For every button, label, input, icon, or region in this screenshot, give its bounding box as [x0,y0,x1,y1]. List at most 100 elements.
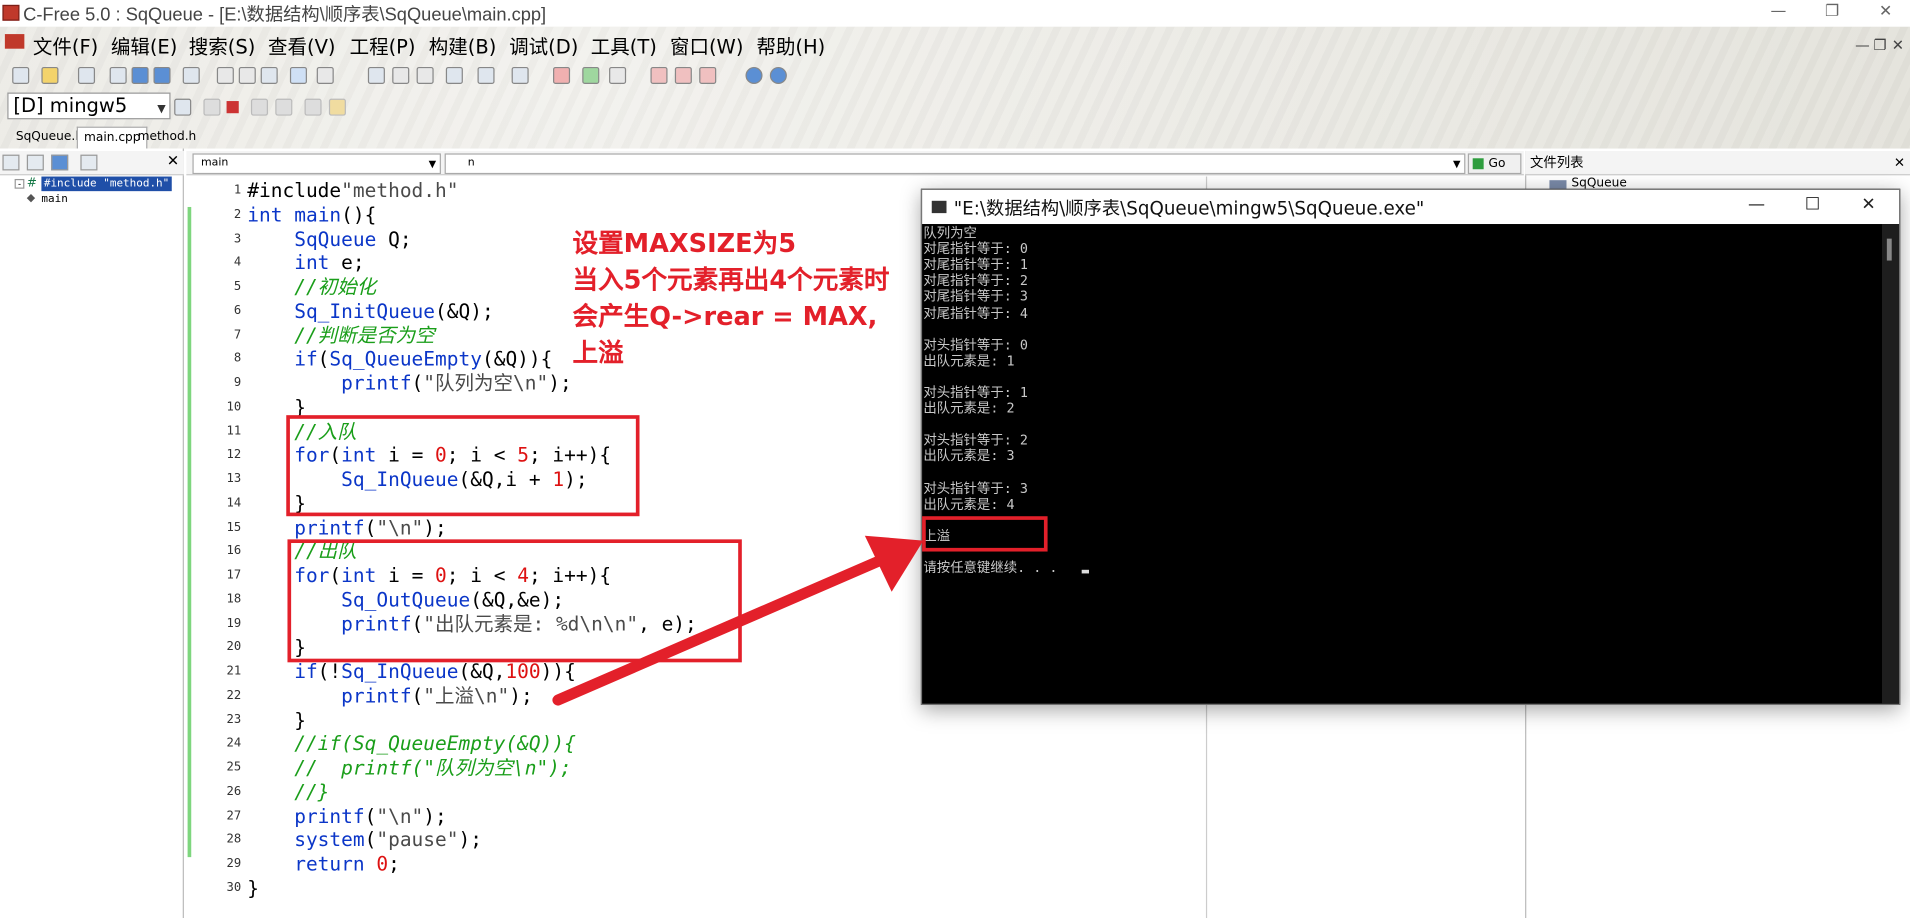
code-line[interactable]: printf("\n"); [247,516,447,540]
code-line[interactable]: SqQueue Q; [247,227,411,251]
symbol-combo[interactable]: n ▼ [444,153,1466,175]
indent-icon[interactable] [477,66,495,85]
clear-bookmark-icon[interactable] [553,66,571,85]
menu-debug[interactable]: 调试(D) [509,30,578,59]
redo-icon[interactable] [316,66,334,85]
mdi-close-button[interactable]: ✕ [1892,37,1904,54]
close-icon[interactable]: ✕ [167,152,179,169]
tab-method-h[interactable]: method.h [132,127,203,149]
menu-search[interactable]: 搜索(S) [189,30,256,59]
code-line[interactable]: #include"method.h" [247,179,458,203]
find-icon[interactable] [367,66,385,85]
code-line[interactable]: if(Sq_QueueEmpty(&Q)){ [247,347,552,371]
compiler-options-icon[interactable] [174,98,192,116]
prev-bookmark-icon[interactable] [582,66,600,85]
maximize-button[interactable]: ❐ [1808,0,1857,27]
console-minimize-button[interactable]: — [1728,195,1784,219]
menu-help[interactable]: 帮助(H) [756,30,825,59]
console-scrollbar[interactable] [1881,224,1900,704]
properties-icon[interactable] [80,154,98,171]
code-line[interactable]: system("pause"); [247,828,482,852]
list-icon[interactable] [51,154,69,171]
tree-item-main[interactable]: main [41,192,67,207]
undo-icon[interactable] [289,66,307,85]
menu-file[interactable]: 文件(F) [33,30,98,59]
code-line[interactable]: //} [247,780,329,804]
code-line[interactable]: printf("队列为空\n"); [247,371,572,395]
scrollbar-thumb[interactable] [1886,238,1892,261]
console-line: 对头指针等于: 3 [923,480,1028,497]
console-icon [931,200,947,214]
new-file-icon[interactable] [12,66,30,85]
project-item[interactable]: SqQueue [1571,177,1626,189]
minimize-button[interactable]: — [1754,0,1803,27]
breakpoint-icon[interactable] [304,98,322,116]
code-line[interactable]: } [247,876,259,900]
code-line[interactable]: if(!Sq_InQueue(&Q,100)){ [247,660,576,684]
menu-project[interactable]: 工程(P) [350,30,416,59]
save-icon[interactable] [131,66,149,85]
build-icon[interactable] [674,66,692,85]
line-number: 1 [233,183,242,198]
console-maximize-button[interactable]: ☐ [1785,195,1841,219]
console-close-button[interactable]: ✕ [1841,195,1897,219]
run-icon[interactable] [203,98,221,116]
console-window[interactable] [920,188,1901,705]
tree-collapse-icon[interactable]: - [14,178,25,189]
document-icon[interactable] [4,34,25,49]
code-line[interactable]: int e; [247,251,364,275]
info-icon[interactable] [769,66,787,85]
stop-build-icon[interactable] [699,66,717,85]
line-number: 29 [226,857,242,871]
close-icon[interactable]: ✕ [1894,151,1905,175]
go-button[interactable]: Go [1467,153,1522,175]
step-into-icon[interactable] [275,98,293,116]
bookmark-icon[interactable] [511,66,529,85]
close-file-icon[interactable] [182,66,200,85]
code-line[interactable]: // printf("队列为空\n"); [247,756,571,780]
stop-icon[interactable] [226,101,239,114]
goto-line-icon[interactable] [445,66,463,85]
compile-icon[interactable] [650,66,668,85]
paste-icon[interactable] [260,66,278,85]
compiler-select[interactable]: [D] mingw5 ▼ [7,92,171,120]
code-line[interactable]: } [247,708,306,732]
symbol-combo-value: n [467,157,475,170]
code-line[interactable]: printf("\n"); [247,804,447,828]
code-line[interactable]: //初始化 [247,275,376,299]
hand-icon[interactable] [328,98,346,116]
code-line[interactable]: int main(){ [247,203,376,227]
menu-edit[interactable]: 编辑(E) [111,30,178,59]
function-combo[interactable]: main ▼ [192,153,441,175]
save-all-icon[interactable] [153,66,171,85]
find-next-icon[interactable] [392,66,410,85]
copy-text-icon[interactable] [238,66,256,85]
code-line[interactable]: return 0; [247,852,400,876]
open-folder-icon[interactable] [41,66,59,85]
menu-view[interactable]: 查看(V) [268,30,336,59]
console-cursor [1081,569,1089,574]
new-project-icon[interactable] [109,66,127,85]
code-line[interactable]: Sq_InitQueue(&Q); [247,299,493,323]
menu-tools[interactable]: 工具(T) [591,30,657,59]
close-button[interactable]: ✕ [1861,0,1910,27]
chevron-down-icon: ▼ [157,103,166,116]
copy-icon[interactable] [77,66,96,85]
replace-icon[interactable] [416,66,434,85]
cut-icon[interactable] [216,66,234,85]
menu-window[interactable]: 窗口(W) [670,30,743,59]
code-line[interactable]: //判断是否为空 [247,323,434,347]
console-line: 对尾指针等于: 2 [923,273,1028,289]
annotation-line: 当入5个元素再出4个元素时 [572,265,890,295]
menu-build[interactable]: 构建(B) [429,30,497,59]
code-line[interactable]: //if(Sq_QueueEmpty(&Q)){ [247,732,576,756]
step-over-icon[interactable] [250,98,268,116]
sort-icon[interactable] [2,154,20,171]
mdi-restore-button[interactable]: ❐ [1873,37,1886,54]
next-bookmark-icon[interactable] [609,66,627,85]
help-icon[interactable] [745,66,763,85]
group-icon[interactable] [26,154,44,171]
mdi-minimize-button[interactable]: — [1855,37,1870,54]
code-line[interactable]: printf("上溢\n"); [247,684,533,708]
tree-item-include[interactable]: #include "method.h" [41,176,172,192]
